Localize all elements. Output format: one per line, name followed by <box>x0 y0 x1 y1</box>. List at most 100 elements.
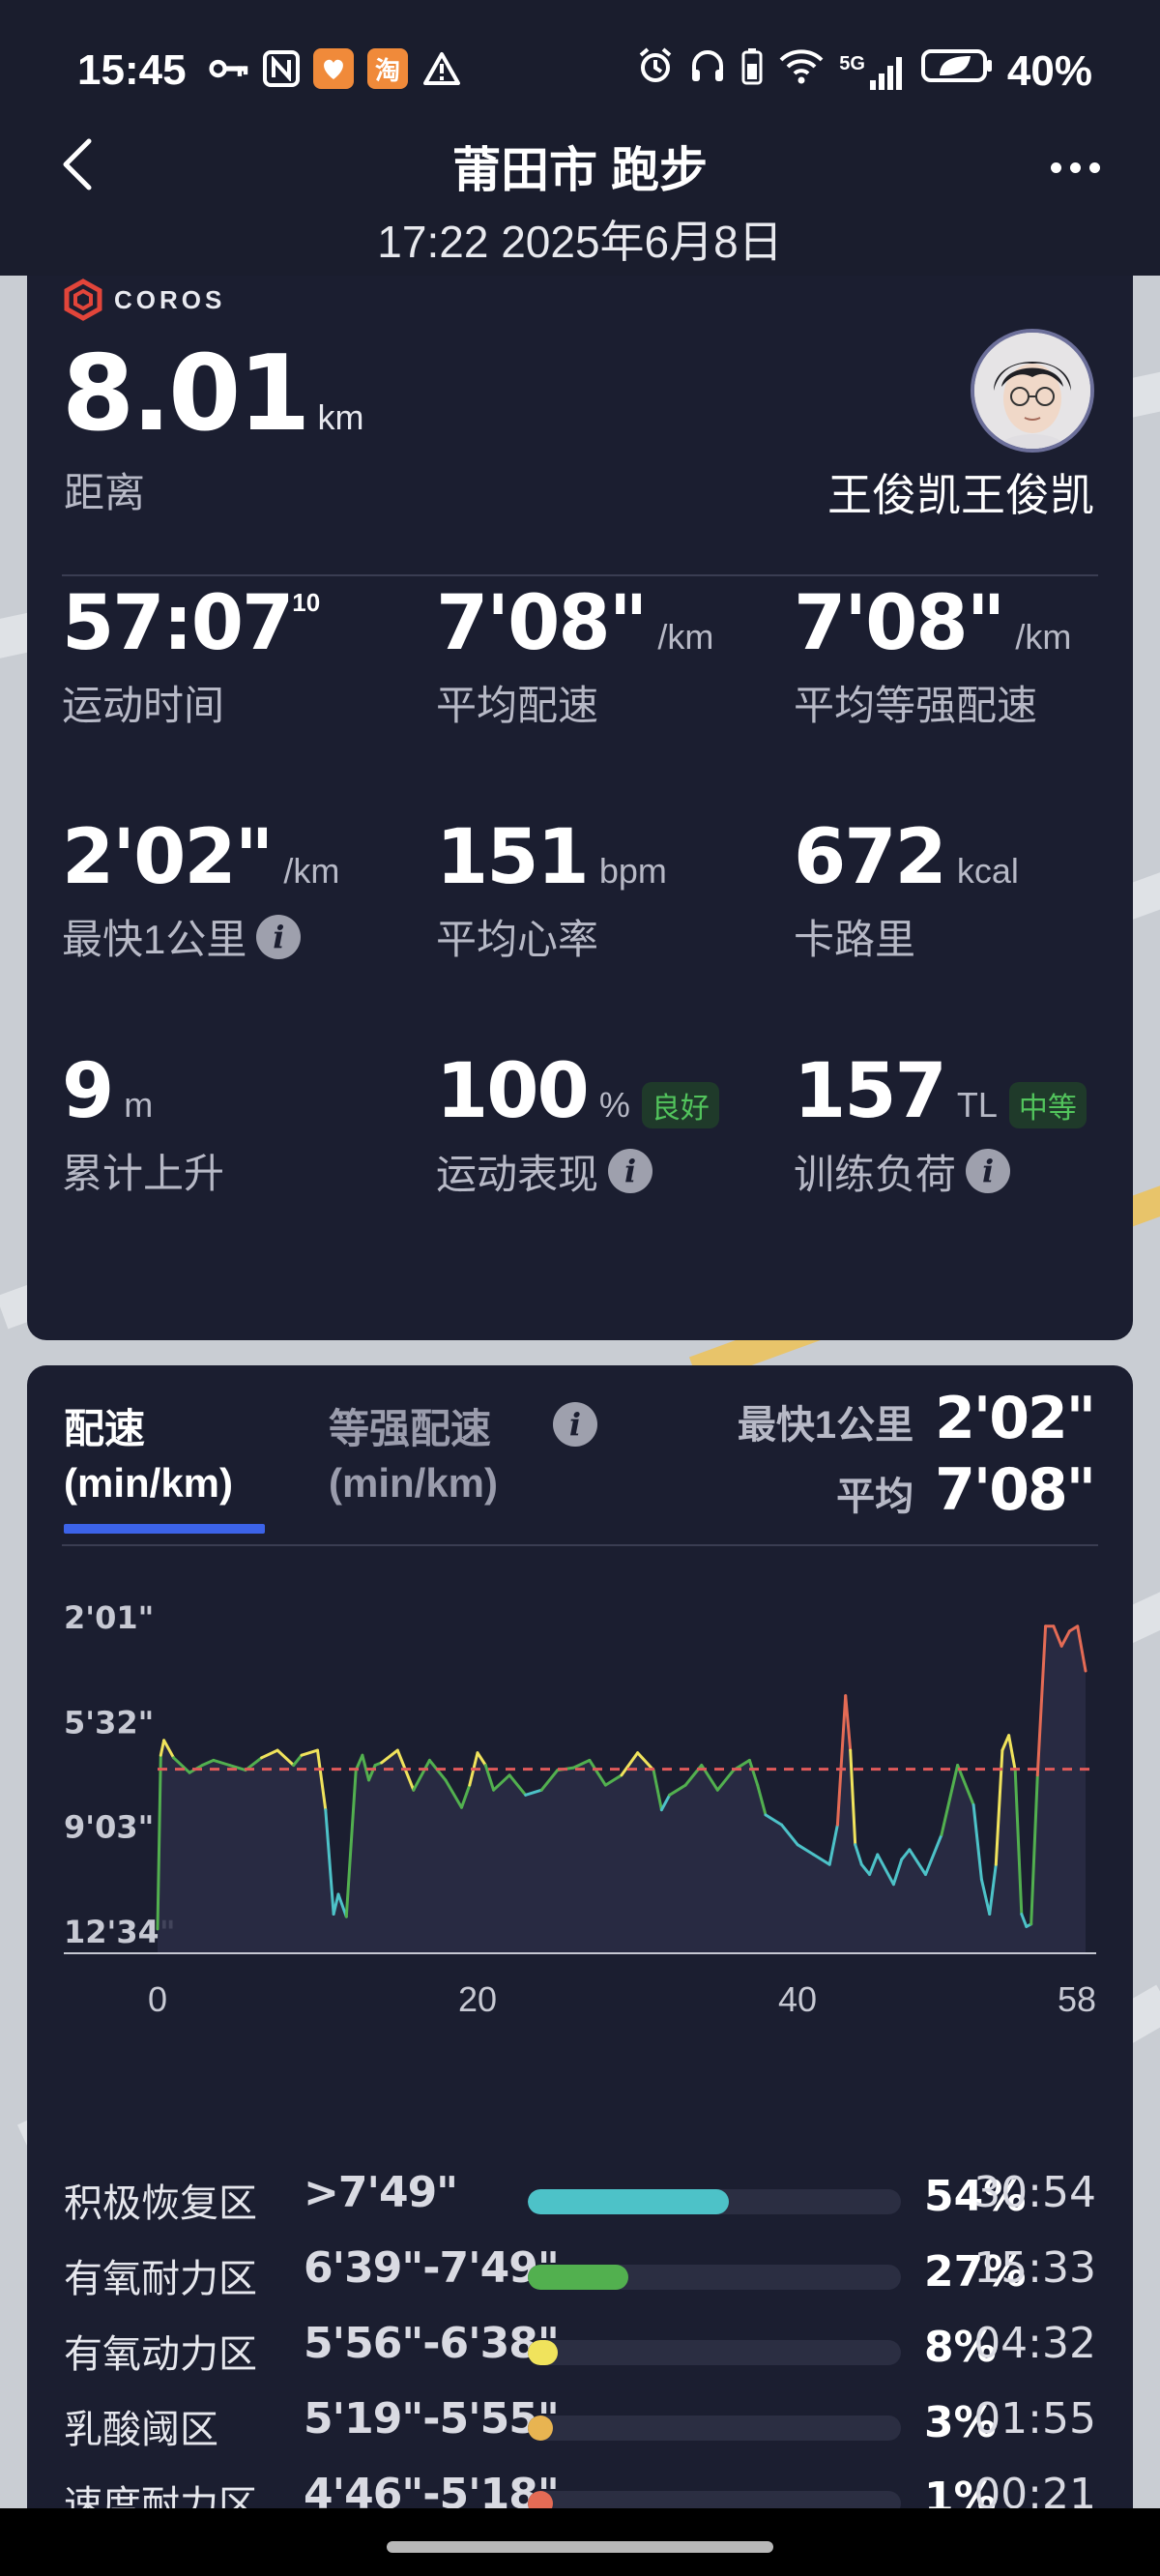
metric-item: 672 kcal 卡路里 <box>794 814 1160 966</box>
x-tick-label: 20 <box>458 1979 497 2019</box>
distance-value: 8.01 <box>62 334 310 454</box>
key-icon <box>209 48 249 89</box>
metric-unit: bpm <box>598 851 667 891</box>
summary-divider <box>62 574 1098 576</box>
y-tick-label: 9'03" <box>64 1809 154 1846</box>
zone-row: 有氧动力区 5'56"-6'38" 8% 04:32 <box>64 2319 1096 2377</box>
app-heart-icon <box>313 48 354 89</box>
coros-wordmark: COROS <box>114 284 226 314</box>
home-indicator[interactable] <box>387 2541 773 2553</box>
page-subtitle-datetime: 17:22 2025年6月8日 <box>377 217 783 267</box>
zone-pace-range: 5'56"-6'38" <box>304 2319 560 2368</box>
metric-unit: % <box>598 1085 630 1125</box>
average-pace-label: 平均 <box>836 1476 914 1518</box>
status-time: 15:45 <box>77 46 187 94</box>
metric-label-row: 平均心率 <box>436 907 803 966</box>
metric-label: 平均配速 <box>436 683 599 728</box>
info-icon[interactable]: i <box>256 914 302 959</box>
zone-pace-range: 6'39"-7'49" <box>304 2243 560 2293</box>
pace-summary: 最快1公里 2'02" 平均 7'08" <box>737 1385 1096 1528</box>
metric-label: 累计上升 <box>62 1151 225 1196</box>
metric-label-row: 最快1公里 i <box>62 907 429 966</box>
tab-gap-label: 等强配速 <box>329 1406 492 1451</box>
average-pace-value: 7'08" <box>935 1456 1096 1524</box>
warning-icon <box>421 48 462 89</box>
zone-duration: 30:54 <box>973 2168 1096 2217</box>
tab-pace-label: 配速 <box>64 1406 146 1451</box>
more-dot-icon <box>1070 162 1081 173</box>
distance-unit: km <box>317 397 364 437</box>
info-icon[interactable]: i <box>608 1149 653 1194</box>
metric-label-row: 平均等强配速 <box>794 673 1160 732</box>
metric-unit: kcal <box>956 851 1019 891</box>
metric-unit: /km <box>657 617 714 657</box>
metric-item: 100% 良好 运动表现 i <box>436 1048 803 1201</box>
metric-item: 7'08"/km 平均配速 <box>436 580 803 732</box>
zone-pace-range: >7'49" <box>304 2168 458 2217</box>
y-tick-label: 5'32" <box>64 1704 154 1741</box>
tab-pace[interactable]: 配速 (min/km) <box>64 1402 233 1510</box>
status-right-icons: 5G 40% <box>636 46 1092 96</box>
metric-label-row: 训练负荷 i <box>794 1142 1160 1201</box>
distance-value-group: 8.01 km <box>62 334 363 454</box>
metric-label: 平均心率 <box>436 917 599 962</box>
alarm-icon <box>636 46 675 96</box>
zone-duration: 04:32 <box>973 2319 1096 2368</box>
more-options-button[interactable] <box>1051 162 1100 173</box>
metric-unit: m <box>124 1085 154 1125</box>
metric-unit: /km <box>283 851 340 891</box>
info-icon[interactable]: i <box>966 1149 1011 1194</box>
metric-item: 7'08"/km 平均等强配速 <box>794 580 1160 732</box>
metric-label-row: 运动表现 i <box>436 1142 803 1201</box>
metric-label-row: 平均配速 <box>436 673 803 732</box>
nfc-icon <box>263 50 300 87</box>
fastest-km-value: 2'02" <box>935 1385 1096 1452</box>
tab-grade-adjusted-pace[interactable]: 等强配速 (min/km) <box>329 1402 498 1510</box>
coros-logo: COROS <box>62 278 225 321</box>
metric-item: 151 bpm 平均心率 <box>436 814 803 966</box>
top-bar: 15:45 淘 5G 40% 莆田市 跑步 17:22 2025年6月8日 <box>0 0 1160 276</box>
fastest-km-label: 最快1公里 <box>737 1404 914 1447</box>
metric-value: 9 <box>62 1048 114 1135</box>
page-title: 莆田市 跑步 <box>452 143 708 197</box>
user-name: 王俊凯王俊凯 <box>827 470 1094 520</box>
metric-value: 7'08" <box>794 580 1005 667</box>
navigation-bar <box>0 2508 1160 2576</box>
status-bar: 15:45 淘 5G 40% <box>0 37 1160 104</box>
metric-item: 57:0710 运动时间 <box>62 580 429 732</box>
metric-rating-badge: 中等 <box>1008 1081 1087 1128</box>
metric-label-row: 累计上升 <box>62 1141 429 1200</box>
metric-label: 运动表现 <box>436 1151 599 1197</box>
metric-label: 运动时间 <box>62 683 225 728</box>
summary-card: COROS 8.01 km 距离 王俊凯王俊凯 57:0710 运动时间 7'08" /… <box>27 232 1133 1340</box>
zone-pace-range: 5'19"-5'55" <box>304 2394 560 2444</box>
tab-pace-unit: (min/km) <box>64 1460 234 1506</box>
battery-icon <box>920 46 994 96</box>
tab-gap-unit: (min/km) <box>329 1460 499 1506</box>
metric-value: 2'02" <box>62 814 274 901</box>
zone-row: 乳酸阈区 5'19"-5'55" 3% 01:55 <box>64 2394 1096 2452</box>
zone-name: 有氧耐力区 <box>64 2258 257 2300</box>
taobao-icon: 淘 <box>367 48 408 89</box>
metric-value: 672 <box>794 814 947 901</box>
metric-label-row: 运动时间 <box>62 673 429 732</box>
pace-line-chart[interactable]: 2'01"5'32"9'03"12'34"0 20 40 58 <box>27 1559 1133 2062</box>
metric-unit: TL <box>956 1085 998 1125</box>
zone-progress-track <box>528 2415 901 2441</box>
signal-icon: 5G <box>839 53 907 90</box>
pace-area <box>158 1625 1086 1952</box>
status-left-icons: 淘 <box>209 48 462 89</box>
metric-value-hundredths: 10 <box>292 588 321 617</box>
avatar[interactable] <box>971 329 1094 453</box>
zone-name: 积极恢复区 <box>64 2182 257 2225</box>
headphones-icon <box>688 46 727 96</box>
metric-label: 平均等强配速 <box>794 683 1038 728</box>
zone-progress-track <box>528 2265 901 2290</box>
x-tick-label: 40 <box>778 1979 817 2019</box>
metric-value: 157 <box>794 1048 947 1135</box>
metric-value: 100 <box>436 1048 590 1135</box>
battery-percent: 40% <box>1006 46 1092 95</box>
info-icon[interactable]: i <box>553 1402 597 1447</box>
avatar-portrait-icon <box>974 333 1090 449</box>
device-battery-icon <box>740 46 764 96</box>
